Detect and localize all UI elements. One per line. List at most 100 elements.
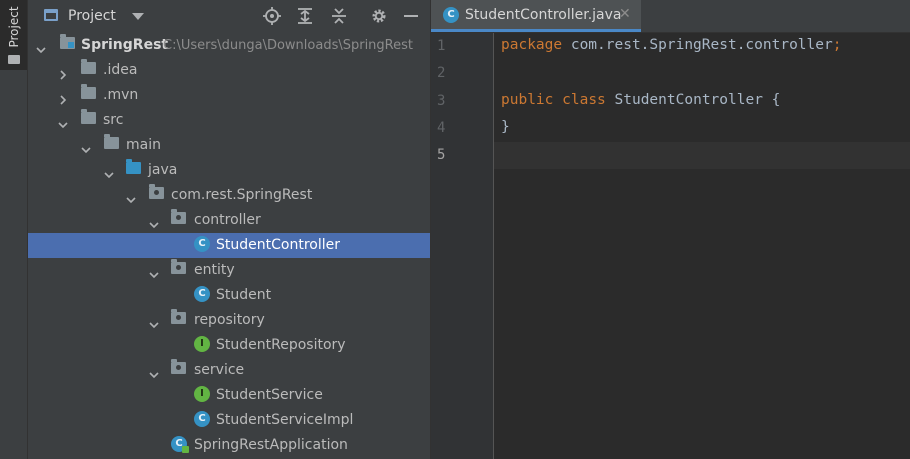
module-folder-icon	[60, 34, 75, 49]
interface-icon: I	[194, 386, 210, 402]
tree-item-src[interactable]: src	[28, 108, 430, 133]
brace: {	[762, 92, 781, 108]
tree-item-java[interactable]: java	[28, 158, 430, 183]
semicolon: ;	[832, 37, 842, 53]
tree-item-label: StudentController	[216, 237, 340, 253]
source-folder-icon	[126, 159, 141, 174]
code-line-4[interactable]: }	[501, 119, 510, 135]
chevron-down-icon[interactable]	[58, 115, 68, 129]
tool-window-strip: Project	[0, 0, 28, 459]
tree-item-mvn[interactable]: .mvn	[28, 83, 430, 108]
tree-item-label: StudentService	[216, 387, 323, 403]
tree-item-label: service	[194, 362, 245, 378]
chevron-down-icon[interactable]	[36, 40, 46, 54]
close-icon[interactable]: ✕	[619, 6, 631, 22]
tree-item-controller[interactable]: controller	[28, 208, 430, 233]
chevron-down-icon[interactable]	[149, 365, 159, 379]
tree-item-label: java	[148, 162, 178, 178]
folder-icon	[8, 55, 20, 64]
line-number: 1	[437, 38, 446, 54]
folder-icon	[104, 134, 119, 149]
folder-icon	[81, 84, 96, 99]
tree-item-studentservice[interactable]: I StudentService	[28, 383, 430, 408]
project-path: C:\Users\dunga\Downloads\SpringRest	[163, 38, 413, 53]
editor-tab-studentcontroller[interactable]: C StudentController.java ✕	[431, 0, 641, 32]
tree-item-service[interactable]: service	[28, 358, 430, 383]
project-panel: Project SpringRest C:\Users\dunga\Downlo…	[28, 0, 431, 459]
tree-item-label: src	[103, 112, 124, 128]
tree-item-label: entity	[194, 262, 235, 278]
folder-icon	[81, 109, 96, 124]
tree-item-label: SpringRestApplication	[194, 437, 348, 453]
interface-icon: I	[194, 336, 210, 352]
tree-item-studentcontroller[interactable]: C StudentController	[28, 233, 430, 258]
class-icon: C	[443, 7, 459, 23]
tree-item-label: .mvn	[103, 87, 139, 103]
tree-item-studentserviceimpl[interactable]: C StudentServiceImpl	[28, 408, 430, 433]
editor-tab-label: StudentController.java	[465, 7, 622, 23]
current-line-highlight	[494, 142, 910, 169]
keyword: class	[562, 92, 606, 108]
chevron-down-icon[interactable]	[149, 265, 159, 279]
class-name: StudentController	[614, 92, 763, 108]
chevron-down-icon[interactable]	[81, 140, 91, 154]
chevron-right-icon[interactable]	[58, 90, 68, 105]
tree-item-package-root[interactable]: com.rest.SpringRest	[28, 183, 430, 208]
tree-item-label: repository	[194, 312, 265, 328]
line-number-gutter: 1 2 3 4 5	[431, 33, 494, 459]
chevron-right-icon[interactable]	[58, 65, 68, 80]
tree-item-springrest[interactable]: SpringRest C:\Users\dunga\Downloads\Spri…	[28, 33, 430, 58]
tree-item-label: .idea	[103, 62, 138, 78]
keyword: public	[501, 92, 554, 108]
folder-icon	[81, 59, 96, 74]
project-panel-header: Project	[28, 0, 430, 32]
locate-icon[interactable]	[262, 6, 282, 26]
gear-icon[interactable]	[369, 6, 389, 26]
chevron-down-icon[interactable]	[132, 13, 144, 20]
tree-item-label: SpringRest	[81, 37, 169, 53]
tree-item-springrestapplication[interactable]: C SpringRestApplication	[28, 433, 430, 458]
keyword: package	[501, 37, 563, 53]
package-icon	[171, 359, 186, 374]
collapse-all-icon[interactable]	[329, 6, 349, 26]
expand-all-icon[interactable]	[295, 6, 315, 26]
chevron-down-icon[interactable]	[126, 190, 136, 204]
tree-item-student[interactable]: C Student	[28, 283, 430, 308]
package-icon	[171, 309, 186, 324]
chevron-down-icon[interactable]	[149, 315, 159, 329]
editor-tab-bar: C StudentController.java ✕	[431, 0, 910, 33]
line-number: 4	[437, 120, 446, 136]
line-number: 2	[437, 65, 446, 81]
tree-item-repository[interactable]: repository	[28, 308, 430, 333]
class-icon: C	[194, 411, 210, 427]
package-icon	[149, 184, 164, 199]
tree-item-label: com.rest.SpringRest	[171, 187, 313, 203]
chevron-down-icon[interactable]	[149, 215, 159, 229]
tree-item-main[interactable]: main	[28, 133, 430, 158]
brace: }	[501, 119, 510, 135]
class-icon: C	[194, 236, 210, 252]
class-icon: C	[194, 286, 210, 302]
code-line-1[interactable]: package com.rest.SpringRest.controller;	[501, 37, 841, 53]
tree-item-label: controller	[194, 212, 261, 228]
package-icon	[171, 259, 186, 274]
tree-item-idea[interactable]: .idea	[28, 58, 430, 83]
spring-boot-class-icon: C	[171, 436, 189, 453]
tree-item-label: Student	[216, 287, 272, 303]
line-number: 3	[437, 93, 446, 109]
tree-item-entity[interactable]: entity	[28, 258, 430, 283]
chevron-down-icon[interactable]	[104, 165, 114, 179]
tree-item-label: StudentRepository	[216, 337, 346, 353]
package-name: com.rest.SpringRest.controller	[562, 37, 833, 53]
project-tool-label: Project	[7, 6, 21, 48]
tree-item-studentrepository[interactable]: I StudentRepository	[28, 333, 430, 358]
project-view-title[interactable]: Project	[68, 8, 116, 24]
package-icon	[171, 209, 186, 224]
code-line-3[interactable]: public class StudentController {	[501, 92, 780, 108]
hide-icon[interactable]	[401, 6, 421, 26]
project-view-icon	[44, 9, 58, 21]
tree-item-label: main	[126, 137, 161, 153]
code-editor: C StudentController.java ✕ 1 2 3 4 5 pac…	[431, 0, 910, 459]
project-tool-button[interactable]: Project	[0, 0, 27, 70]
tree-item-label: StudentServiceImpl	[216, 412, 354, 428]
